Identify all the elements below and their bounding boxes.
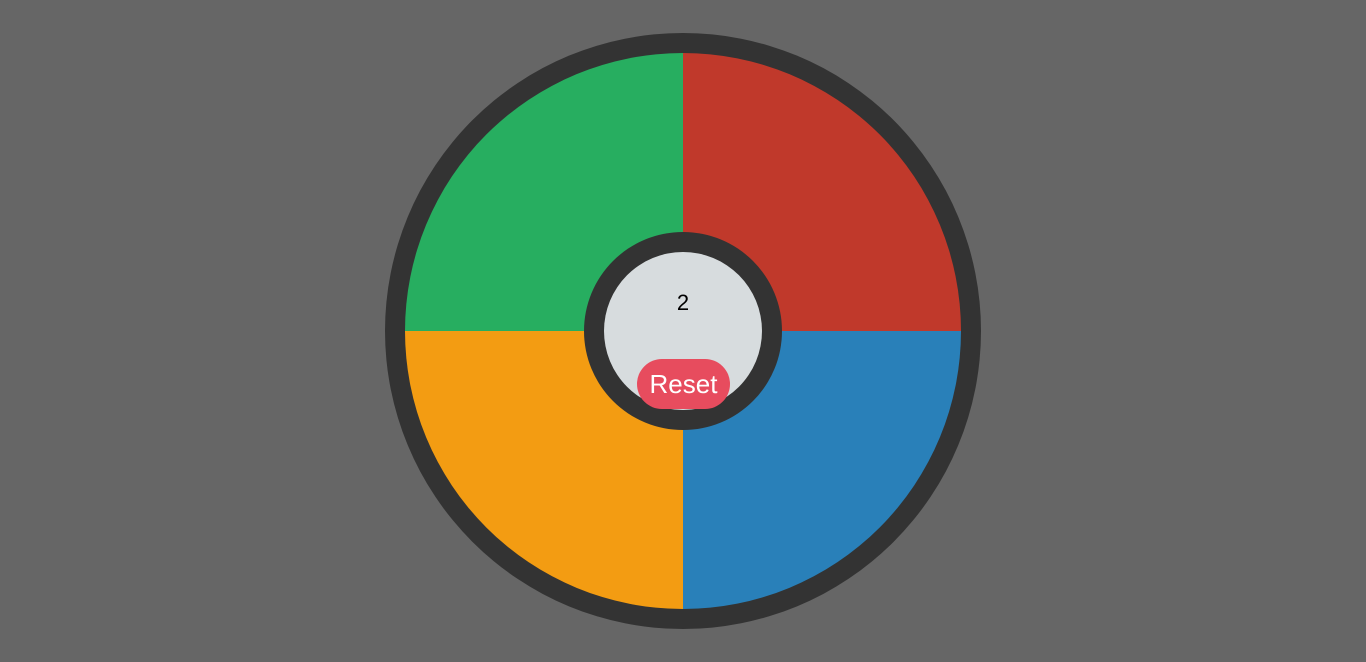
game-stage: 2 Reset <box>0 0 1366 662</box>
simon-board: 2 Reset <box>385 33 981 629</box>
center-ring: 2 Reset <box>584 232 782 430</box>
control-panel: 2 Reset <box>604 252 762 410</box>
step-counter: 2 <box>676 290 690 315</box>
reset-button[interactable]: Reset <box>637 359 730 409</box>
